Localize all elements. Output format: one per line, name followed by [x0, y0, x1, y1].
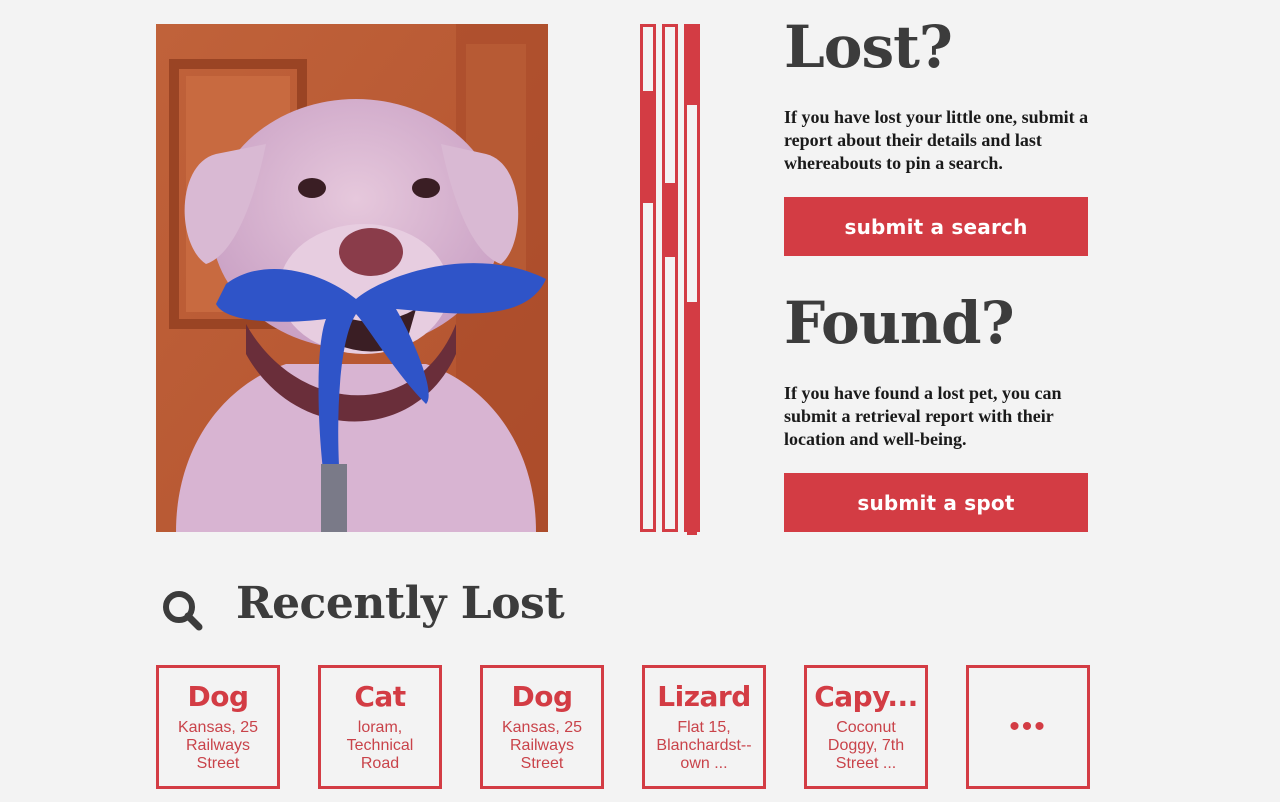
- decorative-bar: [684, 24, 700, 535]
- found-heading: Found?: [784, 289, 1015, 357]
- found-description: If you have found a lost pet, you can su…: [784, 383, 1062, 449]
- search-icon: [160, 588, 204, 632]
- pet-type: Dog: [511, 682, 573, 713]
- more-dots-icon: •••: [1009, 710, 1047, 743]
- pet-type: Lizard: [657, 682, 751, 713]
- dog-illustration: [156, 24, 548, 532]
- decorative-bar: [640, 24, 656, 532]
- pet-type: Capy...: [814, 682, 918, 713]
- pet-location: Kansas, 25 Railways Street: [177, 718, 259, 772]
- lost-pet-card[interactable]: Dog Kansas, 25 Railways Street: [480, 665, 604, 789]
- hero-dog-photo: [156, 24, 548, 532]
- recently-lost-heading: Recently Lost: [236, 578, 565, 629]
- pet-type: Dog: [187, 682, 249, 713]
- lost-pet-card[interactable]: Cat loram, Technical Road: [318, 665, 442, 789]
- submit-spot-button[interactable]: submit a spot: [784, 473, 1088, 532]
- submit-search-button[interactable]: submit a search: [784, 197, 1088, 256]
- pet-location: loram, Technical Road: [346, 718, 414, 772]
- pet-location: Kansas, 25 Railways Street: [501, 718, 583, 772]
- more-pets-button[interactable]: •••: [966, 665, 1090, 789]
- lost-pet-card[interactable]: Lizard Flat 15, Blanchardst--own ...: [642, 665, 766, 789]
- pet-location: Flat 15, Blanchardst--own ...: [656, 718, 752, 772]
- lost-pet-card[interactable]: Capy... Coconut Doggy, 7th Street ...: [804, 665, 928, 789]
- pet-type: Cat: [354, 682, 406, 713]
- lost-heading: Lost?: [784, 13, 953, 81]
- pet-location: Coconut Doggy, 7th Street ...: [827, 718, 905, 772]
- decorative-bar: [662, 24, 678, 532]
- lost-pet-card[interactable]: Dog Kansas, 25 Railways Street: [156, 665, 280, 789]
- lost-description: If you have lost your little one, submit…: [784, 107, 1089, 173]
